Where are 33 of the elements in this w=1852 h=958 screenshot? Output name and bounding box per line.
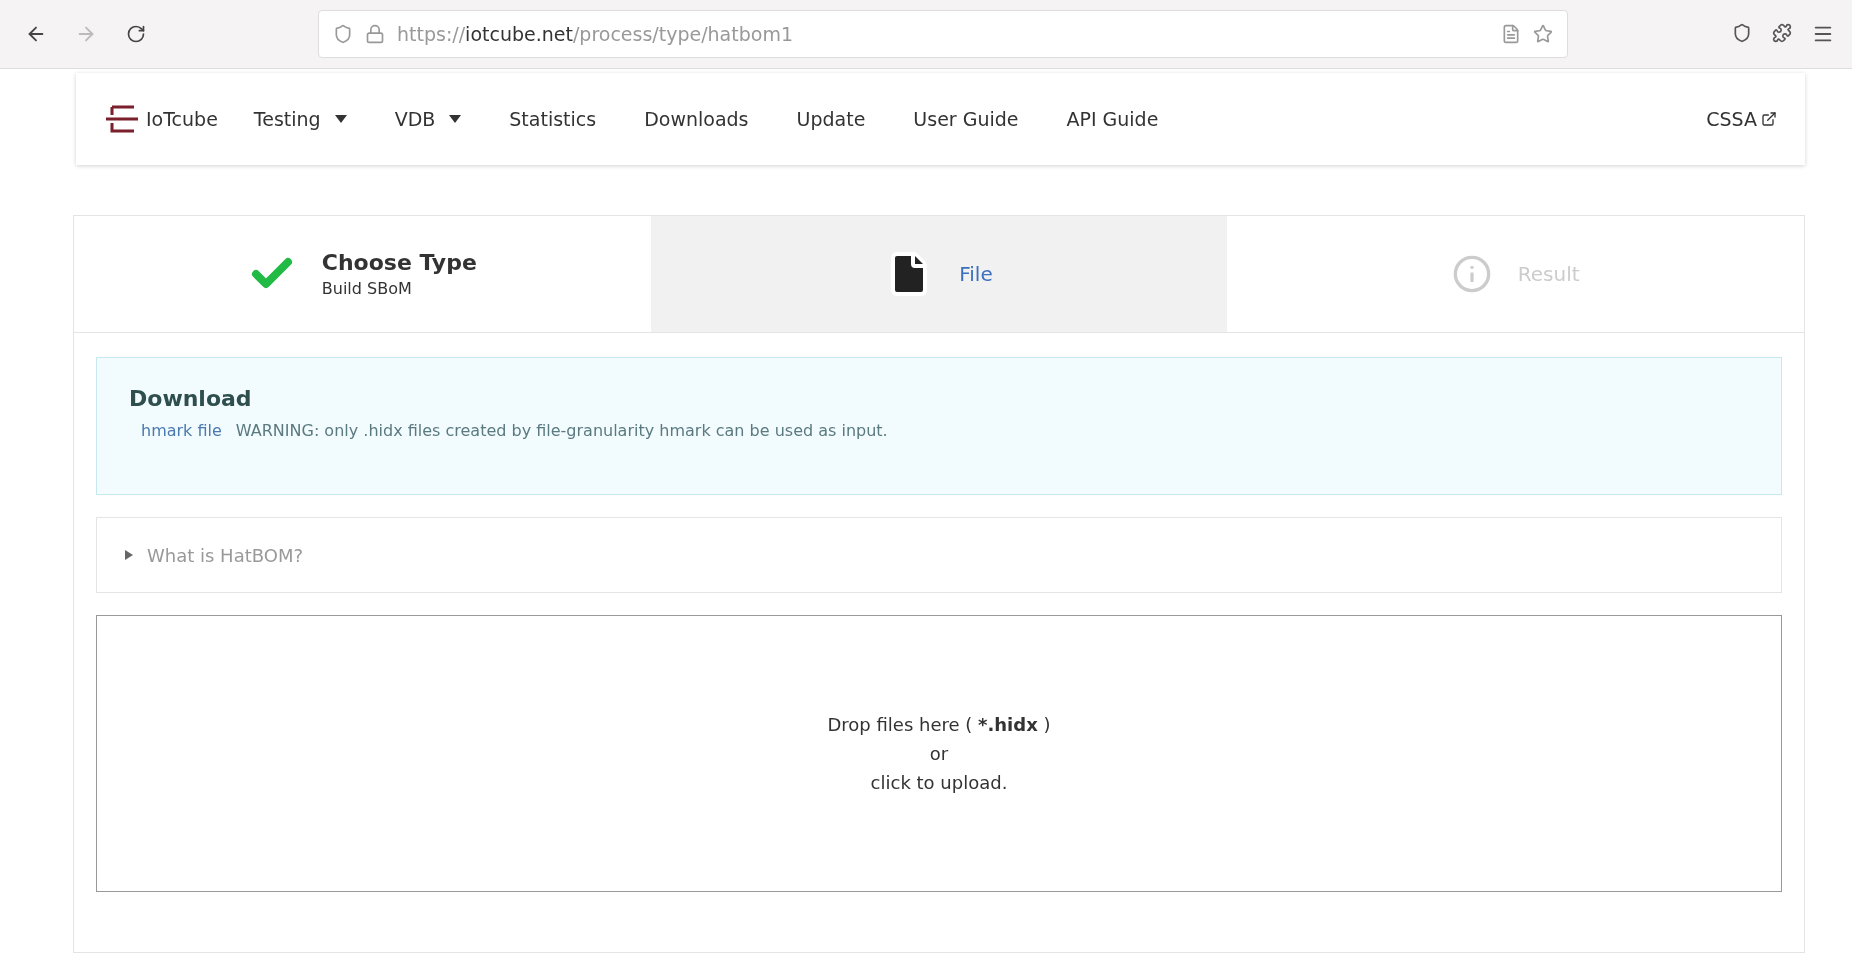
nav-link[interactable]: CSSA (1706, 108, 1777, 130)
nav-link[interactable]: User Guide (913, 108, 1019, 130)
reader-view-icon[interactable] (1501, 24, 1521, 44)
nav-link[interactable]: VDB (394, 108, 462, 130)
drop-instruction: Drop files here ( *.hidx ) (827, 714, 1051, 735)
lock-icon (365, 24, 385, 44)
info-icon (1451, 254, 1492, 294)
nav-link[interactable]: API Guide (1066, 108, 1159, 130)
bookmark-star-icon[interactable] (1533, 24, 1553, 44)
step-tab[interactable]: File (650, 216, 1228, 332)
hmark-file-link[interactable]: hmark file (141, 421, 222, 440)
panel-title: Download (129, 386, 253, 411)
drop-instruction: or (929, 743, 949, 764)
warning-text: WARNING: only .hidx files created by file-granularity hmark can be used as input. (235, 421, 888, 440)
caret-icon (449, 115, 462, 123)
nav-link[interactable]: Testing (253, 108, 347, 130)
logo-icon (104, 104, 140, 134)
caret-icon (334, 115, 347, 123)
address-bar[interactable]: https://iotcube.net/process/type/hatbom1 (318, 10, 1568, 58)
step-title: File (959, 262, 993, 286)
caret-icon (125, 550, 133, 560)
shield-icon (333, 24, 353, 44)
file-drop-zone[interactable]: Drop files here ( *.hidx ) or click to upload. (96, 615, 1782, 892)
brand-name[interactable]: IoTcube (146, 108, 218, 130)
reload-icon[interactable] (126, 24, 146, 44)
external-link-icon (1761, 111, 1777, 127)
nav-link[interactable]: Update (796, 108, 866, 130)
drop-instruction: click to upload. (870, 772, 1008, 793)
step-title: Choose Type (321, 250, 477, 275)
nav-link[interactable]: Statistics (509, 108, 597, 130)
nav-link[interactable]: Downloads (644, 108, 749, 130)
step-description: Build SBoM (321, 279, 413, 298)
extensions-icon[interactable] (1772, 23, 1792, 43)
